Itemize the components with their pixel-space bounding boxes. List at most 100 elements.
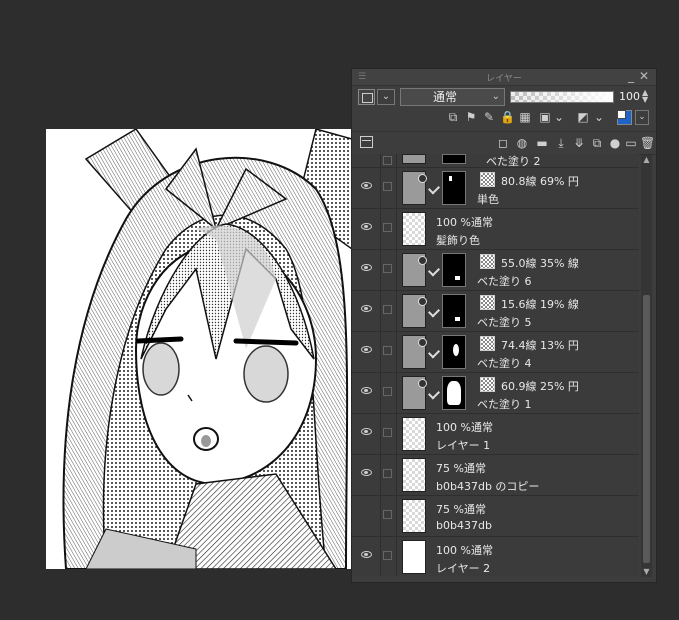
layer-color-swatch[interactable] xyxy=(358,89,375,105)
opacity-slider[interactable] xyxy=(510,91,614,103)
layer-row[interactable]: 55.0線 35% 線ベた塗り 6 xyxy=(352,250,639,291)
clip-below-icon[interactable]: ⧉ xyxy=(590,136,604,150)
scroll-up-icon[interactable]: ▲ xyxy=(641,155,652,165)
merge-down-icon[interactable]: ⤋ xyxy=(572,136,586,150)
edit-target-toggle[interactable] xyxy=(380,373,397,413)
visibility-toggle[interactable] xyxy=(352,414,381,454)
eye-icon[interactable] xyxy=(361,264,372,271)
tone-pattern-icon xyxy=(480,377,495,392)
chevron-down-icon[interactable]: ⌄ xyxy=(592,110,606,124)
checkbox-icon[interactable] xyxy=(383,182,392,191)
edit-target-toggle[interactable] xyxy=(380,496,397,536)
blend-mode-select[interactable]: 通常 ⌄ xyxy=(400,88,505,106)
eye-icon[interactable] xyxy=(361,305,372,312)
draft-layer-icon[interactable]: ✎ xyxy=(482,110,496,124)
eye-icon[interactable] xyxy=(361,428,372,435)
mask-link-icon[interactable] xyxy=(427,305,441,318)
chevron-down-icon[interactable]: ⌄ xyxy=(552,110,566,124)
layer-row[interactable]: 100 %通常 レイヤー 1 xyxy=(352,414,639,455)
visibility-toggle[interactable] xyxy=(352,373,381,413)
eye-icon[interactable] xyxy=(361,551,372,558)
chevron-down-icon[interactable]: ⌄ xyxy=(635,110,649,125)
visibility-toggle[interactable] xyxy=(352,209,381,249)
layer-row[interactable]: 100 %通常 髪飾り色 xyxy=(352,209,639,250)
edit-target-toggle[interactable] xyxy=(380,332,397,372)
mask-link-icon[interactable] xyxy=(427,182,441,195)
visibility-toggle[interactable] xyxy=(352,496,381,536)
eye-icon[interactable] xyxy=(361,223,372,230)
layer-row[interactable]: ベた塗り 2 xyxy=(352,154,639,168)
new-folder-icon[interactable]: ▬ xyxy=(535,136,549,150)
layer-row[interactable]: 60.9線 25% 円ベた塗り 1 xyxy=(352,373,639,414)
edit-target-toggle[interactable] xyxy=(380,209,397,249)
mask-link-icon[interactable] xyxy=(427,346,441,359)
new-vector-layer-icon[interactable]: ◍ xyxy=(515,136,529,150)
layer-row[interactable]: 74.4線 13% 円ベた塗り 4 xyxy=(352,332,639,373)
scroll-down-icon[interactable]: ▼ xyxy=(641,567,652,577)
mask-enable-icon[interactable]: ▣ xyxy=(538,110,552,124)
checkbox-icon[interactable] xyxy=(383,428,392,437)
ruler-icon[interactable]: ◩ xyxy=(576,110,590,124)
checkbox-icon[interactable] xyxy=(383,305,392,314)
layer-row[interactable]: 75 %通常 b0b437db のコピー xyxy=(352,455,639,496)
checkbox-icon[interactable] xyxy=(383,346,392,355)
layer-panel-titlebar[interactable]: ☰ レイヤー _ ✕ xyxy=(352,69,656,86)
layer-list-scrollbar[interactable]: ▲ ▼ xyxy=(641,155,652,577)
mask-icon[interactable]: ● xyxy=(608,136,622,150)
visibility-toggle[interactable] xyxy=(352,250,381,290)
clip-layer-icon[interactable]: ⧉ xyxy=(446,110,460,124)
checkbox-icon[interactable] xyxy=(383,510,392,519)
layer-color-indicator[interactable] xyxy=(617,110,632,125)
layer-mask-thumbnail[interactable] xyxy=(442,253,466,287)
visibility-toggle[interactable] xyxy=(352,168,381,208)
layer-mask-thumbnail[interactable] xyxy=(442,171,466,205)
checkbox-icon[interactable] xyxy=(383,223,392,232)
trash-icon[interactable]: 🗑 xyxy=(640,136,655,150)
layer-color-dropdown[interactable]: ⌄ xyxy=(377,89,395,105)
reference-layer-icon[interactable]: ⚑ xyxy=(464,110,478,124)
drawing-canvas[interactable] xyxy=(46,129,352,569)
edit-target-toggle[interactable] xyxy=(380,414,397,454)
layer-row[interactable]: 75 %通常 b0b437db xyxy=(352,496,639,537)
eye-icon[interactable] xyxy=(361,469,372,476)
checkbox-icon[interactable] xyxy=(383,156,392,165)
edit-target-toggle[interactable] xyxy=(380,455,397,495)
eye-icon[interactable] xyxy=(361,346,372,353)
lock-icon[interactable]: 🔒 xyxy=(500,110,515,124)
layer-row[interactable]: 15.6線 19% 線ベた塗り 5 xyxy=(352,291,639,332)
edit-target-toggle[interactable] xyxy=(380,154,397,167)
checkbox-icon[interactable] xyxy=(383,551,392,560)
apply-mask-icon[interactable]: ▭ xyxy=(624,136,638,150)
edit-target-toggle[interactable] xyxy=(380,537,397,576)
checkbox-icon[interactable] xyxy=(383,387,392,396)
mask-link-icon[interactable] xyxy=(427,387,441,400)
visibility-toggle[interactable] xyxy=(352,154,381,167)
layer-mask-thumbnail[interactable] xyxy=(442,335,466,369)
scrollbar-thumb[interactable] xyxy=(643,295,650,563)
minimize-icon[interactable]: _ xyxy=(628,69,634,83)
visibility-toggle[interactable] xyxy=(352,537,381,576)
checkbox-icon[interactable] xyxy=(383,469,392,478)
new-raster-layer-icon[interactable]: ◻ xyxy=(496,136,510,150)
eye-icon[interactable] xyxy=(361,387,372,394)
layer-row[interactable]: 100 %通常 レイヤー 2 xyxy=(352,537,639,576)
opacity-spinner[interactable]: ▲ ▼ xyxy=(642,89,648,104)
lock-transparency-icon[interactable]: ▦ xyxy=(518,110,532,124)
edit-target-toggle[interactable] xyxy=(380,168,397,208)
mask-link-icon[interactable] xyxy=(427,264,441,277)
layer-mask-thumbnail[interactable] xyxy=(442,154,466,164)
panel-menu-icon[interactable] xyxy=(360,136,373,148)
layer-mask-thumbnail[interactable] xyxy=(442,376,466,410)
layer-mask-thumbnail[interactable] xyxy=(442,294,466,328)
visibility-toggle[interactable] xyxy=(352,455,381,495)
visibility-toggle[interactable] xyxy=(352,291,381,331)
layer-row[interactable]: 80.8線 69% 円単色 xyxy=(352,168,639,209)
checkbox-icon[interactable] xyxy=(383,264,392,273)
transfer-down-icon[interactable]: ⤓ xyxy=(554,136,568,150)
close-icon[interactable]: ✕ xyxy=(639,69,649,83)
opacity-value[interactable]: 100 xyxy=(618,89,640,105)
visibility-toggle[interactable] xyxy=(352,332,381,372)
edit-target-toggle[interactable] xyxy=(380,250,397,290)
eye-icon[interactable] xyxy=(361,182,372,189)
edit-target-toggle[interactable] xyxy=(380,291,397,331)
